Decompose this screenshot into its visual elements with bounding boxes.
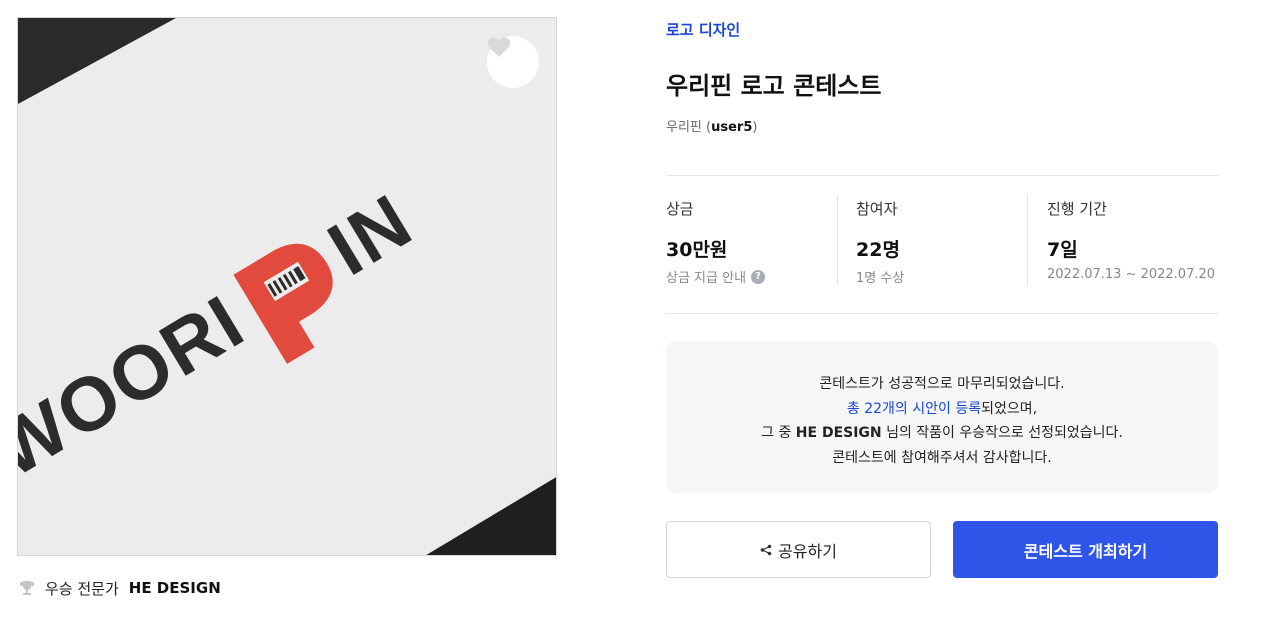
stat-period: 진행 기간 7일 2022.07.13 ~ 2022.07.20 — [1047, 194, 1218, 286]
divider — [666, 175, 1218, 176]
page-title: 우리핀 로고 콘테스트 — [666, 72, 882, 100]
host-info: 우리핀 (user5) — [666, 116, 757, 135]
notice-text: 님의 작품이 우승작으로 선정되었습니다. — [881, 425, 1123, 441]
stat-sub: 2022.07.13 ~ 2022.07.20 — [1047, 267, 1216, 282]
host-contest-button[interactable]: 콘테스트 개최하기 — [953, 521, 1218, 578]
notice-text: 그 중 — [761, 425, 796, 441]
host-contest-label: 콘테스트 개최하기 — [1023, 541, 1148, 561]
notice-line: 콘테스트에 참여해주셔서 감사합니다. — [832, 449, 1052, 466]
category-link[interactable]: 로고 디자인 — [666, 19, 740, 40]
notice-text: 되었으며, — [981, 400, 1038, 417]
share-label: 공유하기 — [778, 541, 837, 561]
contest-winner-image[interactable]: WOORI IN — [17, 17, 557, 556]
notice-line: 콘테스트가 성공적으로 마무리되었습니다. — [819, 376, 1065, 392]
stat-separator — [837, 194, 838, 286]
host-name: 우리핀 — [666, 120, 702, 135]
entries-link[interactable]: 총 22개의 시안이 등록 — [847, 401, 981, 417]
stat-participants: 참여자 22명 1명 수상 — [856, 194, 1026, 286]
prize-guide-label: 상금 지급 안내 — [666, 271, 747, 286]
stat-prize: 상금 30만원 상금 지급 안내 ? — [666, 194, 836, 286]
trophy-icon — [20, 581, 34, 595]
host-user[interactable]: user5 — [711, 120, 752, 135]
winner-info: 우승 전문가 HE DESIGN — [19, 578, 221, 598]
share-icon — [760, 544, 772, 555]
stat-value: 22명 — [856, 239, 900, 261]
question-icon[interactable]: ? — [751, 269, 766, 284]
stat-separator — [1027, 194, 1028, 286]
stat-label: 상금 — [666, 200, 694, 218]
logo-artwork: WOORI IN — [18, 18, 556, 555]
winner-highlight: HE DESIGN — [795, 425, 882, 441]
notice-line: 총 22개의 시안이 등록되었으며, — [666, 397, 1218, 422]
contest-stats: 상금 30만원 상금 지급 안내 ? 참여자 22명 1명 수상 진행 기간 7… — [666, 194, 1218, 286]
winner-name[interactable]: HE DESIGN — [129, 579, 221, 597]
stat-label: 진행 기간 — [1047, 200, 1107, 218]
notice-line: 그 중 HE DESIGN 님의 작품이 우승작으로 선정되었습니다. — [666, 421, 1218, 446]
stat-label: 참여자 — [856, 200, 898, 218]
host-paren-close: ) — [752, 120, 758, 135]
host-paren-open: ( — [701, 120, 712, 135]
stat-value: 30만원 — [666, 239, 728, 261]
stat-value: 7일 — [1047, 239, 1078, 261]
divider — [666, 313, 1218, 314]
result-notice: 콘테스트가 성공적으로 마무리되었습니다. 총 22개의 시안이 등록되었으며,… — [666, 341, 1218, 493]
stat-sub: 1명 수상 — [856, 271, 905, 286]
winner-prefix: 우승 전문가 — [45, 579, 119, 598]
heart-icon — [487, 37, 511, 57]
share-button[interactable]: 공유하기 — [666, 521, 931, 578]
prize-guide[interactable]: 상금 지급 안내 ? — [666, 267, 766, 286]
like-button[interactable] — [487, 36, 539, 88]
